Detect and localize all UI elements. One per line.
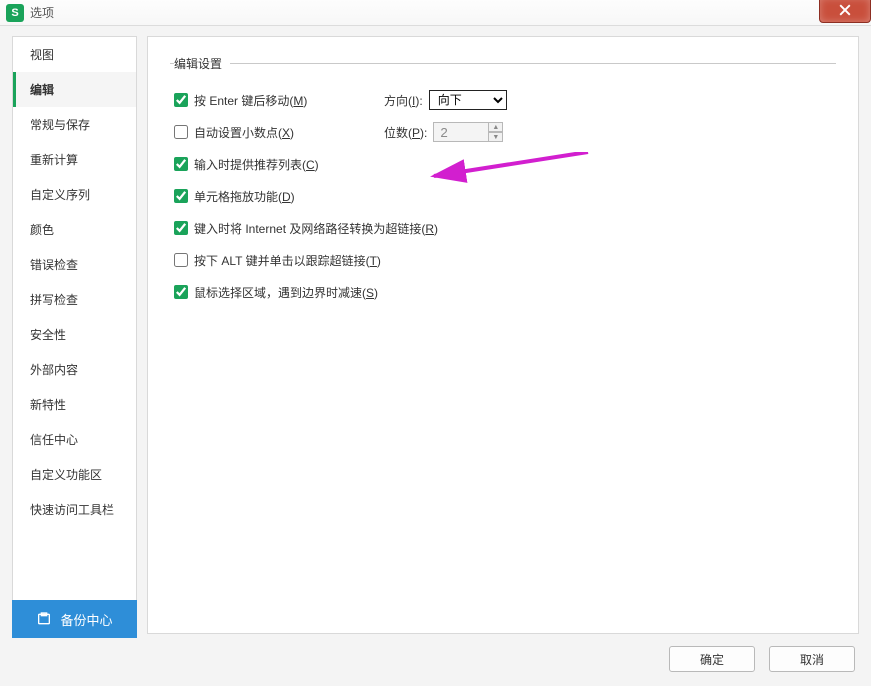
app-icon: S (6, 4, 24, 22)
close-button[interactable] (819, 0, 871, 23)
sidebar-item-label: 视图 (30, 48, 54, 62)
sidebar-item-label: 自定义功能区 (30, 468, 102, 482)
checkbox-suggest-list[interactable]: 输入时提供推荐列表(C) (174, 156, 384, 173)
sidebar-item-label: 自定义序列 (30, 188, 90, 202)
sidebar-item-0[interactable]: 视图 (13, 37, 136, 72)
sidebar-item-3[interactable]: 重新计算 (13, 142, 136, 177)
category-list: 视图编辑常规与保存重新计算自定义序列颜色错误检查拼写检查安全性外部内容新特性信任… (13, 37, 136, 527)
checkbox-label-auto-decimal: 自动设置小数点(X) (194, 124, 294, 141)
checkbox-input-alt-click-link[interactable] (174, 253, 188, 267)
sidebar-item-12[interactable]: 自定义功能区 (13, 457, 136, 492)
sidebar-item-2[interactable]: 常规与保存 (13, 107, 136, 142)
sidebar-item-4[interactable]: 自定义序列 (13, 177, 136, 212)
close-icon (839, 4, 851, 16)
sidebar-item-5[interactable]: 颜色 (13, 212, 136, 247)
checkbox-label-enter-move: 按 Enter 键后移动(M) (194, 92, 307, 109)
checkbox-label-auto-hyperlink: 键入时将 Internet 及网络路径转换为超链接(R) (194, 220, 438, 237)
sidebar-item-label: 新特性 (30, 398, 66, 412)
group-title: 编辑设置 (174, 55, 230, 72)
direction-label: 方向(I): (384, 92, 423, 109)
sidebar-item-label: 拼写检查 (30, 293, 78, 307)
ok-button[interactable]: 确定 (669, 646, 755, 672)
checkbox-label-alt-click-link: 按下 ALT 键并单击以跟踪超链接(T) (194, 252, 381, 269)
sidebar-item-8[interactable]: 安全性 (13, 317, 136, 352)
direction-select[interactable]: 向下向右向上向左 (429, 90, 507, 110)
sidebar-item-11[interactable]: 信任中心 (13, 422, 136, 457)
sidebar-item-9[interactable]: 外部内容 (13, 352, 136, 387)
sidebar-item-1[interactable]: 编辑 (13, 72, 136, 107)
checkbox-enter-move[interactable]: 按 Enter 键后移动(M) (174, 92, 384, 109)
decimal-places-input[interactable] (433, 122, 489, 142)
checkbox-input-cell-drag[interactable] (174, 189, 188, 203)
sidebar-item-label: 颜色 (30, 223, 54, 237)
spinner-down[interactable]: ▼ (488, 132, 503, 142)
sidebar-item-label: 外部内容 (30, 363, 78, 377)
edit-settings-group: 编辑设置 按 Enter 键后移动(M) 方向(I): 向下向右向上向左 (170, 55, 836, 314)
sidebar-item-label: 信任中心 (30, 433, 78, 447)
sidebar-item-label: 错误检查 (30, 258, 78, 272)
checkbox-auto-decimal[interactable]: 自动设置小数点(X) (174, 124, 384, 141)
window-title: 选项 (30, 4, 54, 21)
checkbox-alt-click-link[interactable]: 按下 ALT 键并单击以跟踪超链接(T) (174, 252, 381, 269)
checkbox-label-cell-drag: 单元格拖放功能(D) (194, 188, 295, 205)
checkbox-input-auto-decimal[interactable] (174, 125, 188, 139)
checkbox-input-suggest-list[interactable] (174, 157, 188, 171)
title-bar: S 选项 (0, 0, 871, 26)
sidebar-item-6[interactable]: 错误检查 (13, 247, 136, 282)
decimal-places-label: 位数(P): (384, 124, 427, 141)
dialog-body: 视图编辑常规与保存重新计算自定义序列颜色错误检查拼写检查安全性外部内容新特性信任… (0, 26, 871, 686)
sidebar-item-10[interactable]: 新特性 (13, 387, 136, 422)
dialog-footer: 确定 取消 (669, 646, 855, 672)
checkbox-input-mouse-edge-slow[interactable] (174, 285, 188, 299)
decimal-places-spinner[interactable]: ▲ ▼ (433, 122, 503, 142)
checkbox-input-enter-move[interactable] (174, 93, 188, 107)
category-sidebar: 视图编辑常规与保存重新计算自定义序列颜色错误检查拼写检查安全性外部内容新特性信任… (12, 36, 137, 634)
cancel-button[interactable]: 取消 (769, 646, 855, 672)
sidebar-item-label: 编辑 (30, 83, 54, 97)
sidebar-item-label: 常规与保存 (30, 118, 90, 132)
sidebar-item-label: 安全性 (30, 328, 66, 342)
sidebar-item-label: 快速访问工具栏 (30, 503, 114, 517)
backup-icon (36, 611, 52, 627)
checkbox-mouse-edge-slow[interactable]: 鼠标选择区域，遇到边界时减速(S) (174, 284, 378, 301)
checkbox-label-mouse-edge-slow: 鼠标选择区域，遇到边界时减速(S) (194, 284, 378, 301)
spinner-up[interactable]: ▲ (488, 122, 503, 132)
sidebar-item-label: 重新计算 (30, 153, 78, 167)
checkbox-auto-hyperlink[interactable]: 键入时将 Internet 及网络路径转换为超链接(R) (174, 220, 438, 237)
checkbox-input-auto-hyperlink[interactable] (174, 221, 188, 235)
sidebar-item-7[interactable]: 拼写检查 (13, 282, 136, 317)
backup-center-button[interactable]: 备份中心 (12, 600, 137, 638)
settings-panel: 编辑设置 按 Enter 键后移动(M) 方向(I): 向下向右向上向左 (147, 36, 859, 634)
backup-button-label: 备份中心 (60, 610, 112, 629)
sidebar-item-13[interactable]: 快速访问工具栏 (13, 492, 136, 527)
checkbox-label-suggest-list: 输入时提供推荐列表(C) (194, 156, 319, 173)
checkbox-cell-drag[interactable]: 单元格拖放功能(D) (174, 188, 384, 205)
